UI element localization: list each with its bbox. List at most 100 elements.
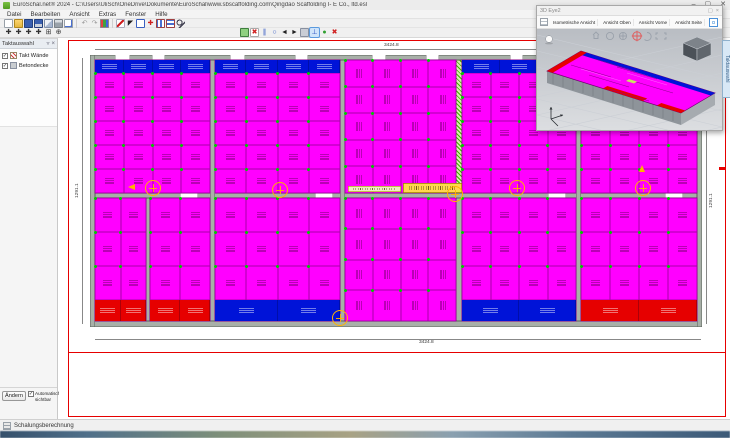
formwork-panel[interactable] <box>581 169 610 193</box>
formwork-panel[interactable] <box>428 229 456 260</box>
formwork-panel[interactable] <box>428 87 456 114</box>
crane-symbol[interactable] <box>509 180 525 196</box>
takt-delete-icon[interactable]: ✖ <box>250 28 259 37</box>
formwork-panel[interactable] <box>215 266 246 300</box>
strip-panel[interactable] <box>462 300 519 321</box>
room-8[interactable] <box>215 198 340 321</box>
formwork-panel[interactable] <box>373 260 401 291</box>
panel-close-icon[interactable]: × <box>51 41 55 47</box>
stop-circle-icon[interactable]: ○ <box>270 28 279 37</box>
bottom-strip-red[interactable] <box>150 300 210 321</box>
formwork-panel[interactable] <box>428 140 456 167</box>
formwork-panel[interactable] <box>345 198 373 229</box>
formwork-panel[interactable] <box>548 232 577 266</box>
formwork-panel[interactable] <box>246 97 277 121</box>
pen-icon[interactable] <box>116 19 125 28</box>
menu-item-datei[interactable]: Datei <box>7 11 21 18</box>
formwork-panel[interactable] <box>668 266 697 300</box>
next-takt-icon[interactable]: ► <box>290 28 299 37</box>
viewer-restore-icon[interactable]: ▢ <box>708 8 713 14</box>
formwork-panel[interactable] <box>401 198 429 229</box>
print-icon[interactable] <box>54 19 63 28</box>
strip-panel[interactable] <box>278 300 341 321</box>
menu-item-bearbeiten[interactable]: Bearbeiten <box>30 11 60 18</box>
formwork-panel[interactable] <box>215 232 246 266</box>
panel-table-icon[interactable] <box>156 19 165 28</box>
strip-panel[interactable] <box>181 60 210 73</box>
formwork-panel[interactable] <box>345 260 373 291</box>
new-file-icon[interactable] <box>4 19 13 28</box>
viewer-grid-icon[interactable] <box>540 18 548 26</box>
formwork-panel[interactable] <box>491 97 520 121</box>
crane-symbol[interactable] <box>447 186 463 202</box>
bottom-strip-blue[interactable] <box>215 300 340 321</box>
strip-panel[interactable] <box>180 300 210 321</box>
formwork-panel[interactable] <box>278 97 309 121</box>
formwork-panel[interactable] <box>639 198 668 232</box>
formwork-panel[interactable] <box>491 266 520 300</box>
menu-item-extras[interactable]: Extras <box>99 11 117 18</box>
formwork-panel[interactable] <box>309 73 340 97</box>
formwork-panel[interactable] <box>668 145 697 169</box>
formwork-panel[interactable] <box>95 121 124 145</box>
auto-visible-checkbox[interactable]: ✓ <box>28 391 34 397</box>
formwork-panel[interactable] <box>345 60 373 87</box>
strip-panel[interactable] <box>581 300 639 321</box>
formwork-panel[interactable] <box>491 121 520 145</box>
save-all-icon[interactable] <box>34 19 43 28</box>
formwork-panel[interactable] <box>548 145 577 169</box>
formwork-panel[interactable] <box>428 290 456 321</box>
crane-symbol[interactable] <box>635 180 651 196</box>
formwork-panel[interactable] <box>373 198 401 229</box>
side-dock-tab[interactable]: Taktauswahl <box>722 40 730 98</box>
formwork-panel[interactable] <box>309 232 340 266</box>
formwork-panel[interactable] <box>428 113 456 140</box>
copy-icon[interactable] <box>44 19 53 28</box>
strip-panel[interactable] <box>246 60 277 73</box>
room-11[interactable] <box>581 198 697 321</box>
formwork-panel[interactable] <box>401 260 429 291</box>
strip-panel[interactable] <box>124 60 153 73</box>
bottom-strip-red[interactable] <box>95 300 146 321</box>
formwork-panel[interactable] <box>462 97 491 121</box>
view-button-ansicht-oben[interactable]: Ansicht Oben <box>601 19 634 26</box>
formwork-panel[interactable] <box>95 145 124 169</box>
strip-panel[interactable] <box>121 300 147 321</box>
select-cursor-icon[interactable]: ◤ <box>126 19 135 28</box>
formwork-panel[interactable] <box>373 140 401 167</box>
open-folder-icon[interactable] <box>14 19 23 28</box>
formwork-panel[interactable] <box>278 266 309 300</box>
rectangle-tool-icon[interactable] <box>136 19 145 28</box>
menu-item-hilfe[interactable]: Hilfe <box>155 11 167 18</box>
formwork-panel[interactable] <box>246 232 277 266</box>
formwork-panel[interactable] <box>150 232 180 266</box>
formwork-panel[interactable] <box>309 266 340 300</box>
formwork-panel[interactable] <box>124 73 153 97</box>
formwork-panel[interactable] <box>401 60 429 87</box>
formwork-panel[interactable] <box>491 145 520 169</box>
formwork-panel[interactable] <box>180 198 210 232</box>
formwork-panel[interactable] <box>246 145 277 169</box>
formwork-panel[interactable] <box>121 232 147 266</box>
strip-panel[interactable] <box>309 60 340 73</box>
room-9[interactable] <box>345 198 456 321</box>
view-button-ansicht-vorne[interactable]: Ansicht Vorne <box>637 19 670 26</box>
crane-symbol[interactable] <box>332 310 348 326</box>
view-button-ansicht-seite[interactable]: Ansicht Seite <box>673 19 705 26</box>
formwork-panel[interactable] <box>95 266 121 300</box>
formwork-panel[interactable] <box>548 266 577 300</box>
formwork-panel[interactable] <box>519 145 548 169</box>
formwork-panel[interactable] <box>345 229 373 260</box>
formwork-panel[interactable] <box>373 113 401 140</box>
zoom-window-icon[interactable]: ⊞ <box>44 28 53 37</box>
formwork-panel[interactable] <box>668 169 697 193</box>
dimension-cross-icon[interactable]: ✚ <box>146 19 155 28</box>
formwork-panel[interactable] <box>153 97 182 121</box>
formwork-panel[interactable] <box>309 198 340 232</box>
formwork-panel[interactable] <box>95 198 121 232</box>
formwork-panel[interactable] <box>215 97 246 121</box>
formwork-panel[interactable] <box>215 198 246 232</box>
pan-left-icon[interactable]: ✚ <box>4 28 13 37</box>
crane-symbol[interactable] <box>272 182 288 198</box>
formwork-panel[interactable] <box>181 121 210 145</box>
